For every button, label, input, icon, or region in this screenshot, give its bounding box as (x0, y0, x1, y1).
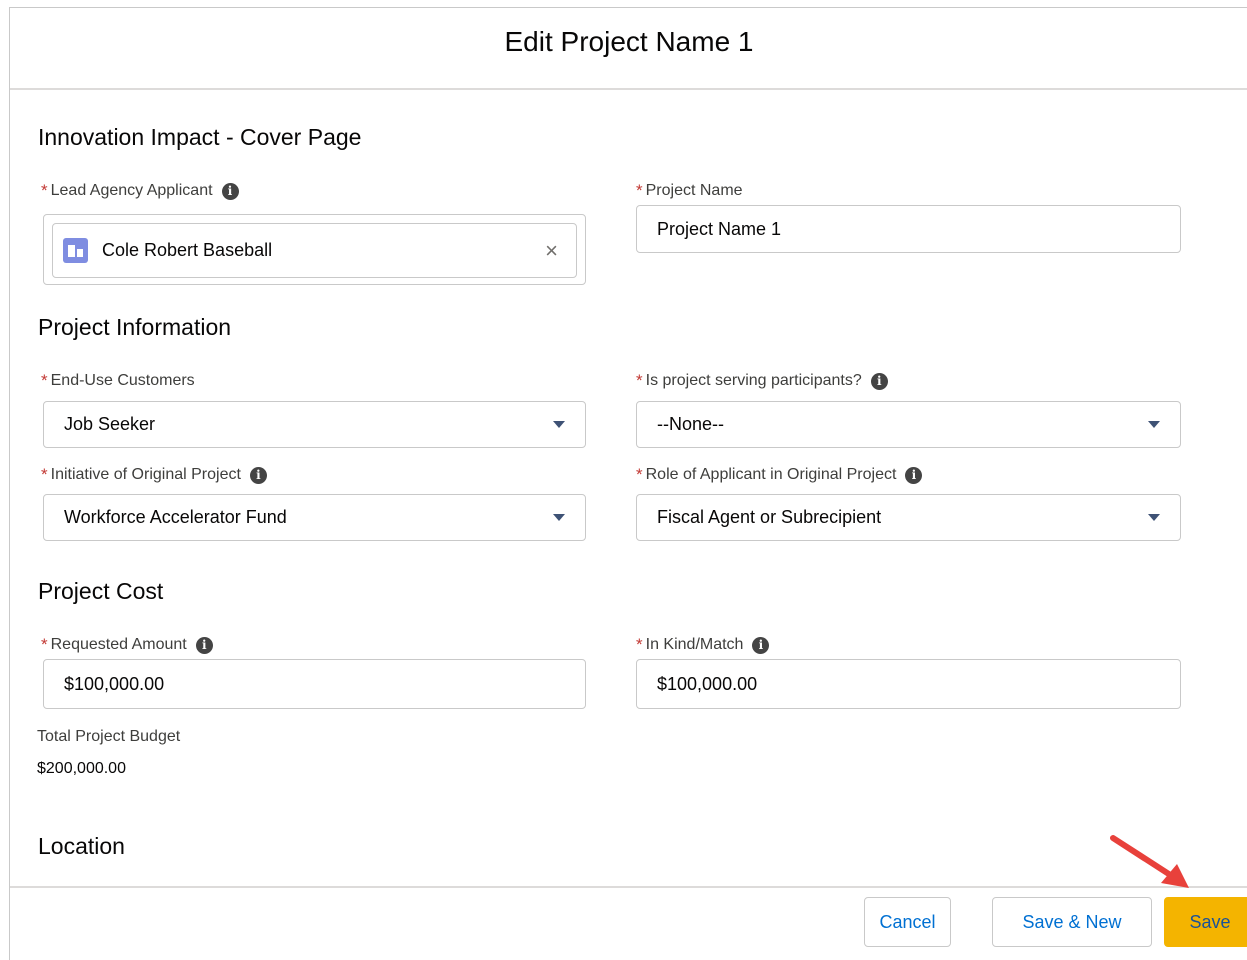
end-use-label: * End-Use Customers (41, 371, 195, 391)
info-icon[interactable]: i (905, 466, 923, 484)
info-icon[interactable]: i (195, 636, 213, 654)
required-marker: * (41, 635, 48, 654)
edit-modal: Edit Project Name 1 Innovation Impact - … (9, 7, 1247, 960)
chevron-down-icon (553, 514, 565, 521)
required-marker: * (636, 465, 643, 484)
initiative-select[interactable]: Workforce Accelerator Fund (43, 494, 586, 541)
close-icon[interactable]: × (545, 238, 558, 264)
end-use-label-text: End-Use Customers (50, 372, 195, 389)
requested-amount-input[interactable]: $100,000.00 (43, 659, 586, 709)
required-marker: * (41, 181, 48, 200)
total-budget-label: Total Project Budget (37, 728, 181, 745)
chevron-down-icon (1148, 514, 1160, 521)
in-kind-input[interactable]: $100,000.00 (636, 659, 1181, 709)
serving-select[interactable]: --None-- (636, 401, 1181, 448)
initiative-value: Workforce Accelerator Fund (64, 507, 287, 527)
end-use-value: Job Seeker (64, 414, 156, 434)
modal-title: Edit Project Name 1 (504, 26, 754, 57)
in-kind-label-text: In Kind/Match (645, 636, 744, 653)
lead-agency-label-text: Lead Agency Applicant (50, 182, 213, 199)
annotation-arrow-icon (1110, 835, 1189, 888)
lead-agency-label: * Lead Agency Applicant i (41, 181, 239, 201)
info-icon[interactable]: i (752, 636, 770, 654)
lead-agency-pill[interactable]: Cole Robert Baseball × (52, 223, 577, 278)
section-title-project-info: Project Information (38, 314, 232, 340)
modal-footer: Cancel Save & New Save (10, 886, 1247, 960)
save-new-button[interactable]: Save & New (992, 897, 1152, 947)
project-name-label-text: Project Name (645, 182, 743, 199)
required-marker: * (636, 635, 643, 654)
serving-value: --None-- (657, 414, 725, 434)
required-marker: * (636, 371, 643, 390)
cancel-button[interactable]: Cancel (864, 897, 951, 947)
role-value: Fiscal Agent or Subrecipient (657, 507, 882, 527)
end-use-select[interactable]: Job Seeker (43, 401, 586, 448)
initiative-label: * Initiative of Original Project i (41, 465, 267, 485)
lead-agency-lookup[interactable]: Cole Robert Baseball × (43, 214, 586, 285)
required-marker: * (636, 181, 643, 200)
section-title-location: Location (38, 833, 125, 859)
in-kind-label: * In Kind/Match i (636, 635, 770, 655)
required-marker: * (41, 371, 48, 390)
required-marker: * (41, 465, 48, 484)
requested-label: * Requested Amount i (41, 635, 213, 655)
role-label-text: Role of Applicant in Original Project (645, 466, 897, 483)
info-icon[interactable]: i (870, 372, 888, 390)
info-icon[interactable]: i (221, 182, 239, 200)
lead-agency-value: Cole Robert Baseball (102, 240, 273, 260)
requested-label-text: Requested Amount (50, 636, 187, 653)
role-label: * Role of Applicant in Original Project … (636, 465, 923, 485)
section-title-project-cost: Project Cost (38, 578, 164, 604)
project-name-value: Project Name 1 (657, 218, 782, 239)
serving-label-text: Is project serving participants? (645, 372, 862, 389)
modal-body: Innovation Impact - Cover Page * Lead Ag… (10, 92, 1247, 885)
initiative-label-text: Initiative of Original Project (50, 466, 241, 483)
info-icon[interactable]: i (249, 466, 267, 484)
role-select[interactable]: Fiscal Agent or Subrecipient (636, 494, 1181, 541)
chevron-down-icon (1148, 421, 1160, 428)
account-icon (63, 238, 88, 263)
project-name-input[interactable]: Project Name 1 (636, 205, 1181, 253)
in-kind-value: $100,000.00 (657, 673, 758, 694)
chevron-down-icon (553, 421, 565, 428)
total-budget-value: $200,000.00 (37, 760, 126, 777)
project-name-label: * Project Name (636, 181, 743, 201)
section-title-cover: Innovation Impact - Cover Page (38, 124, 362, 150)
save-button[interactable]: Save (1164, 897, 1247, 947)
requested-amount-value: $100,000.00 (64, 673, 165, 694)
modal-header: Edit Project Name 1 (10, 8, 1247, 90)
serving-label: * Is project serving participants? i (636, 371, 888, 391)
